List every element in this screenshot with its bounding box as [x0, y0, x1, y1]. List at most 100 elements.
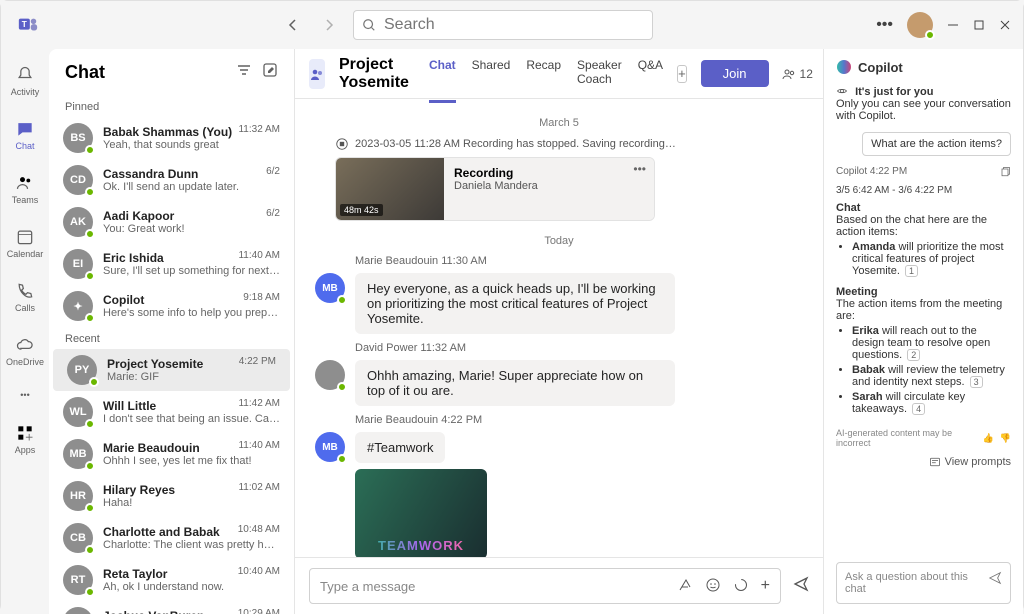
nav-back-button[interactable]	[279, 11, 307, 39]
chat-list-item[interactable]: WLWill LittleI don't see that being an i…	[49, 391, 294, 433]
svg-text:T: T	[22, 20, 27, 29]
copilot-meeting-header: Meeting	[836, 286, 1011, 298]
avatar: HR	[63, 481, 93, 511]
copilot-title: Copilot	[836, 59, 1011, 75]
action-item: Erika will reach out to the design team …	[852, 325, 1011, 361]
time-range: 3/5 6:42 AM - 3/6 4:22 PM	[836, 185, 1011, 196]
avatar: MB	[63, 439, 93, 469]
chat-list-item[interactable]: CBCharlotte and BabakCharlotte: The clie…	[49, 517, 294, 559]
compose-button[interactable]	[262, 62, 278, 83]
rail-activity[interactable]: Activity	[1, 55, 49, 107]
action-item: Babak will review the telemetry and iden…	[852, 364, 1011, 388]
chat-list-item[interactable]: BSBabak Shammas (You)Yeah, that sounds g…	[49, 117, 294, 159]
tab-chat[interactable]: Chat	[429, 44, 456, 103]
attach-button[interactable]: +	[761, 577, 770, 596]
chat-list-item[interactable]: CDCassandra DunnOk. I'll send an update …	[49, 159, 294, 201]
more-ellipsis-button[interactable]: •••	[876, 16, 893, 34]
avatar: ✦	[63, 291, 93, 321]
rail-onedrive[interactable]: OneDrive	[1, 325, 49, 377]
window-maximize-button[interactable]	[973, 19, 985, 31]
emoji-button[interactable]	[705, 577, 721, 596]
msg-meta: David Power 11:32 AM	[355, 342, 803, 354]
tab-q&a[interactable]: Q&A	[638, 44, 663, 103]
avatar	[315, 360, 345, 390]
gif-attachment[interactable]: TEAMWORK	[355, 469, 487, 557]
window-minimize-button[interactable]	[947, 19, 959, 31]
rail-calendar[interactable]: Calendar	[1, 217, 49, 269]
avatar: RT	[63, 565, 93, 595]
rail-teams[interactable]: Teams	[1, 163, 49, 215]
user-avatar[interactable]	[907, 12, 933, 38]
nav-forward-button[interactable]	[315, 11, 343, 39]
avatar: BS	[63, 123, 93, 153]
app-rail: Activity Chat Teams Calendar Calls OneDr…	[1, 49, 49, 614]
rail-calls[interactable]: Calls	[1, 271, 49, 323]
copilot-chat-header: Chat	[836, 202, 1011, 214]
thumbs-up-button[interactable]: 👍	[983, 433, 994, 444]
avatar: CD	[63, 165, 93, 195]
avatar: AK	[63, 207, 93, 237]
join-button[interactable]: Join	[701, 60, 769, 87]
action-item: Sarah will circulate key takeaways. 4	[852, 391, 1011, 415]
tab-speaker-coach[interactable]: Speaker Coach	[577, 44, 622, 103]
privacy-note: It's just for you Only you can see your …	[836, 85, 1011, 122]
thumbs-down-button[interactable]: 👎	[1000, 433, 1011, 444]
chat-list-item[interactable]: AKAadi KapoorYou: Great work!6/2	[49, 201, 294, 243]
pinned-label: Pinned	[49, 95, 294, 117]
phone-icon	[15, 281, 35, 301]
chat-list-item[interactable]: MBMarie BeaudouinOhhh I see, yes let me …	[49, 433, 294, 475]
loop-button[interactable]	[733, 577, 749, 596]
calendar-icon	[15, 227, 35, 247]
system-recording-line: 2023-03-05 11:28 AM Recording has stoppe…	[335, 137, 783, 151]
format-button[interactable]	[677, 577, 693, 596]
add-tab-button[interactable]: +	[677, 65, 687, 83]
participants-count[interactable]: 12	[781, 66, 813, 82]
avatar: CB	[63, 523, 93, 553]
chat-title: Chat	[65, 62, 105, 83]
avatar: WL	[63, 397, 93, 427]
copilot-input[interactable]: Ask a question about this chat	[836, 562, 1011, 604]
cloud-icon	[15, 335, 35, 355]
search-input[interactable]: Search	[353, 10, 653, 40]
rail-more[interactable]: •••	[1, 379, 49, 411]
msg-meta: Marie Beaudouin 11:30 AM	[355, 255, 803, 267]
send-button[interactable]	[793, 576, 809, 597]
chat-list-item[interactable]: EIEric IshidaSure, I'll set up something…	[49, 243, 294, 285]
chat-list-item[interactable]: HRHilary ReyesHaha!11:02 AM	[49, 475, 294, 517]
teams-logo-icon: T	[17, 14, 39, 36]
chat-list-item[interactable]: RTReta TaylorAh, ok I understand now.10:…	[49, 559, 294, 601]
search-icon	[362, 18, 376, 32]
avatar: MB	[315, 432, 345, 462]
rail-apps[interactable]: Apps	[1, 413, 49, 465]
conversation-title: Project Yosemite	[339, 56, 409, 92]
message-input[interactable]: Type a message +	[309, 568, 781, 604]
chat-list-item[interactable]: PYProject YosemiteMarie: GIF4:22 PM	[53, 349, 290, 391]
copilot-send-button[interactable]	[988, 571, 1002, 595]
recent-label: Recent	[49, 327, 294, 349]
view-prompts-button[interactable]: View prompts	[836, 456, 1011, 468]
recording-more-button[interactable]: •••	[633, 162, 646, 176]
suggested-prompt[interactable]: What are the action items?	[862, 132, 1011, 156]
filter-button[interactable]	[236, 62, 252, 83]
avatar: PY	[67, 355, 97, 385]
rail-chat[interactable]: Chat	[1, 109, 49, 161]
group-avatar-icon	[309, 59, 325, 89]
bell-icon	[15, 65, 35, 85]
people-icon	[15, 173, 35, 193]
recording-thumbnail: 48m 42s	[336, 158, 444, 220]
recording-card[interactable]: 48m 42s ••• Recording Daniela Mandera	[335, 157, 655, 221]
chat-list-item[interactable]: JVJoshua VanBurenThanks for reviewing!10…	[49, 601, 294, 614]
window-close-button[interactable]	[999, 19, 1011, 31]
tab-shared[interactable]: Shared	[472, 44, 511, 103]
response-meta: Copilot 4:22 PM	[836, 166, 907, 181]
search-placeholder: Search	[384, 16, 435, 34]
ai-disclaimer: AI-generated content may be incorrect	[836, 428, 977, 448]
chat-list-item[interactable]: ✦CopilotHere's some info to help you pre…	[49, 285, 294, 327]
chat-icon	[15, 119, 35, 139]
tab-recap[interactable]: Recap	[526, 44, 561, 103]
action-item: Amanda Amanda will prioritize the most c…	[852, 241, 1011, 277]
copy-button[interactable]	[999, 166, 1011, 181]
avatar: MB	[315, 273, 345, 303]
message-bubble: Hey everyone, as a quick heads up, I'll …	[355, 273, 675, 334]
day-separator: March 5	[315, 117, 803, 129]
